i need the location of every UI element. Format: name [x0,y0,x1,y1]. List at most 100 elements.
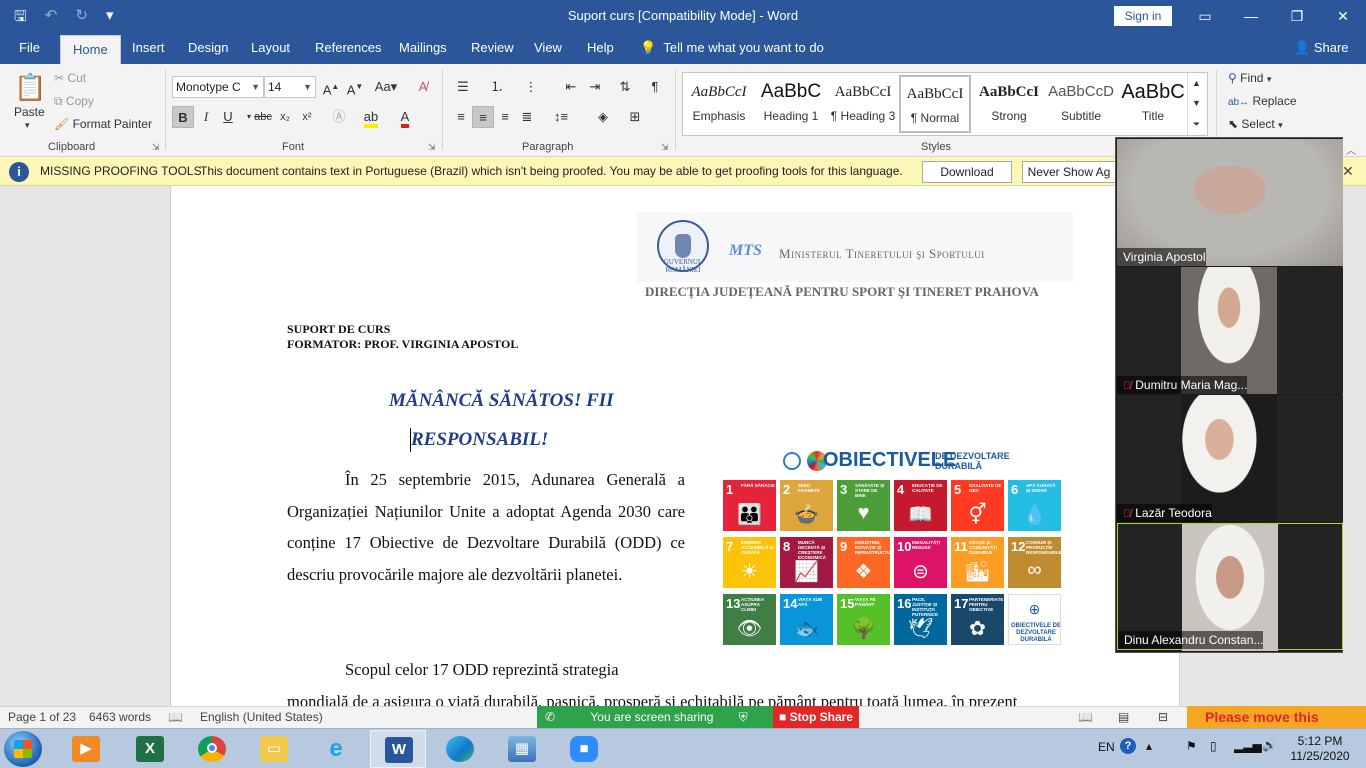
align-center-icon[interactable]: ≡ [472,106,494,128]
print-layout-icon[interactable]: ▤ [1118,710,1129,724]
cut-button[interactable]: ✂ Cut [54,71,86,85]
sort-icon[interactable]: ⇅ [614,76,636,98]
minimize-icon[interactable]: — [1236,4,1266,28]
font-launcher-icon[interactable]: ⇲ [428,142,436,153]
style-normal[interactable]: AaBbCcI ¶ Normal [899,75,971,133]
highlight-icon[interactable]: ab [360,106,382,128]
show-hidden-icons-icon[interactable]: ▴ [1146,739,1152,768]
close-icon[interactable]: ✕ [1342,163,1354,180]
never-show-again-button[interactable]: Never Show Ag [1022,161,1116,183]
justify-icon[interactable]: ≣ [516,106,538,128]
paragraph-launcher-icon[interactable]: ⇲ [661,142,669,153]
paste-dropdown-icon[interactable]: ▾ [25,120,30,131]
taskbar-word[interactable]: W [370,730,426,768]
style-emphasis[interactable]: AaBbCcI Emphasis [683,75,755,133]
word-count[interactable]: 6463 words [89,710,151,724]
superscript-icon[interactable]: x² [296,106,318,128]
styles-scroll-up-icon[interactable]: ▲ [1187,73,1205,93]
font-name-combo[interactable]: Monotype C ▼ [172,76,264,98]
paste-button[interactable]: Paste [14,105,45,119]
select-button[interactable]: ⬉ Select ▾ [1228,117,1283,131]
ribbon-display-icon[interactable]: ▭ [1190,4,1220,28]
find-button[interactable]: ⚲ Find ▾ [1228,71,1271,85]
tab-design[interactable]: Design [188,32,228,64]
pilcrow-icon[interactable]: ¶ [644,76,666,98]
clock[interactable]: 5:12 PM 11/25/2020 [1282,734,1358,764]
read-mode-icon[interactable]: 📖 [1078,710,1093,724]
collapse-ribbon-icon[interactable]: ︿ [1346,142,1356,157]
shrink-font-icon[interactable]: A▼ [344,76,366,98]
proofing-icon[interactable]: 📖 [168,710,183,724]
volume-icon[interactable]: 🔊 [1262,738,1277,768]
paragraph-2[interactable]: Scopul celor 17 ODD reprezintă strategia [287,654,685,686]
tab-view[interactable]: View [534,32,562,64]
start-button-icon[interactable] [4,731,42,767]
font-size-combo[interactable]: 14 ▼ [264,76,316,98]
line-spacing-icon[interactable]: ↕≡ [550,106,572,128]
styles-more-icon[interactable]: ⏷ [1187,113,1205,135]
italic-icon[interactable]: I [195,106,217,128]
taskbar-file-explorer[interactable]: ▭ [246,730,302,768]
clear-formatting-icon[interactable]: A̸ [412,76,434,98]
bold-icon[interactable]: B [172,106,194,128]
align-left-icon[interactable]: ≡ [450,106,472,128]
bullets-icon[interactable]: ☰ [452,76,474,98]
grow-font-icon[interactable]: A▲ [320,76,342,98]
font-color-icon[interactable]: A [394,106,416,128]
paste-icon[interactable]: 📋 [14,72,46,103]
share-button[interactable]: 👤 Share [1294,32,1349,64]
taskbar-internet-explorer[interactable]: e [308,730,364,768]
stop-share-button[interactable]: ■ Stop Share [773,706,859,728]
taskbar-chrome[interactable] [184,730,240,768]
language-indicator[interactable]: English (United States) [200,710,323,724]
taskbar-photos[interactable]: ▦ [494,730,550,768]
web-layout-icon[interactable]: ⊟ [1158,710,1168,724]
change-case-icon[interactable]: Aa▾ [372,76,400,98]
flag-icon[interactable]: ⚑ [1186,739,1197,768]
paragraph-2-continued[interactable]: mondială de a asigura o viață durabilă, … [287,686,1179,706]
participant-video-active[interactable]: Dinu Alexandru Constan... [1117,523,1343,651]
tab-insert[interactable]: Insert [132,32,165,64]
tab-layout[interactable]: Layout [251,32,290,64]
help-icon[interactable]: ? [1120,738,1136,754]
decrease-indent-icon[interactable]: ⇤ [560,76,582,98]
borders-icon[interactable]: ⊞ [624,106,646,128]
underline-icon[interactable]: U [217,106,239,128]
download-button[interactable]: Download [922,161,1012,183]
taskbar-edge[interactable] [432,730,488,768]
style-heading-3[interactable]: AaBbCcI ¶ Heading 3 [827,75,899,133]
maximize-icon[interactable]: ❐ [1282,4,1312,28]
style-title[interactable]: AaBbC Title [1117,75,1189,133]
taskbar-excel[interactable]: X [122,730,178,768]
align-right-icon[interactable]: ≡ [494,106,516,128]
meeting-video-panel[interactable]: Virginia Apostol 🎙̸ Dumitru Maria Mag... … [1115,137,1343,653]
shading-icon[interactable]: ◈ [592,106,614,128]
screen-sharing-bar[interactable]: ✆ You are screen sharing ⛨ [537,706,773,728]
text-effects-icon[interactable]: Ⓐ [328,106,350,128]
format-painter-button[interactable]: 🖌 Format Painter [54,117,152,131]
tab-references[interactable]: References [315,32,381,64]
style-strong[interactable]: AaBbCcI Strong [973,75,1045,133]
taskbar-media-player[interactable]: ▶ [58,730,114,768]
tab-file[interactable]: File [19,32,40,64]
input-language[interactable]: EN [1098,740,1115,768]
tell-me-search[interactable]: 💡 Tell me what you want to do [640,32,824,64]
document-page[interactable]: GUVERNUL ROMÂNIEI MTS Ministerul Tineret… [170,186,1180,706]
numbering-icon[interactable]: ⒈ [486,76,508,98]
clipboard-launcher-icon[interactable]: ⇲ [152,142,160,153]
strikethrough-icon[interactable]: abc [252,106,274,128]
participant-video[interactable]: 🎙̸ Lazăr Teodora [1117,395,1343,522]
multilevel-list-icon[interactable]: ⋮ [520,76,542,98]
page-count[interactable]: Page 1 of 23 [8,710,76,724]
close-icon[interactable]: ✕ [1328,4,1358,28]
tab-mailings[interactable]: Mailings [399,32,447,64]
styles-scroll-down-icon[interactable]: ▼ [1187,93,1205,113]
sign-in-button[interactable]: Sign in [1114,6,1172,26]
subscript-icon[interactable]: x₂ [274,106,296,128]
tab-review[interactable]: Review [471,32,514,64]
taskbar-zoom[interactable]: ■ [556,730,612,768]
network-icon[interactable]: ▂▃▅ [1234,739,1262,768]
device-icon[interactable]: ▯ [1210,739,1217,768]
style-heading-1[interactable]: AaBbC Heading 1 [755,75,827,133]
participant-video[interactable]: 🎙̸ Dumitru Maria Mag... [1117,267,1343,394]
